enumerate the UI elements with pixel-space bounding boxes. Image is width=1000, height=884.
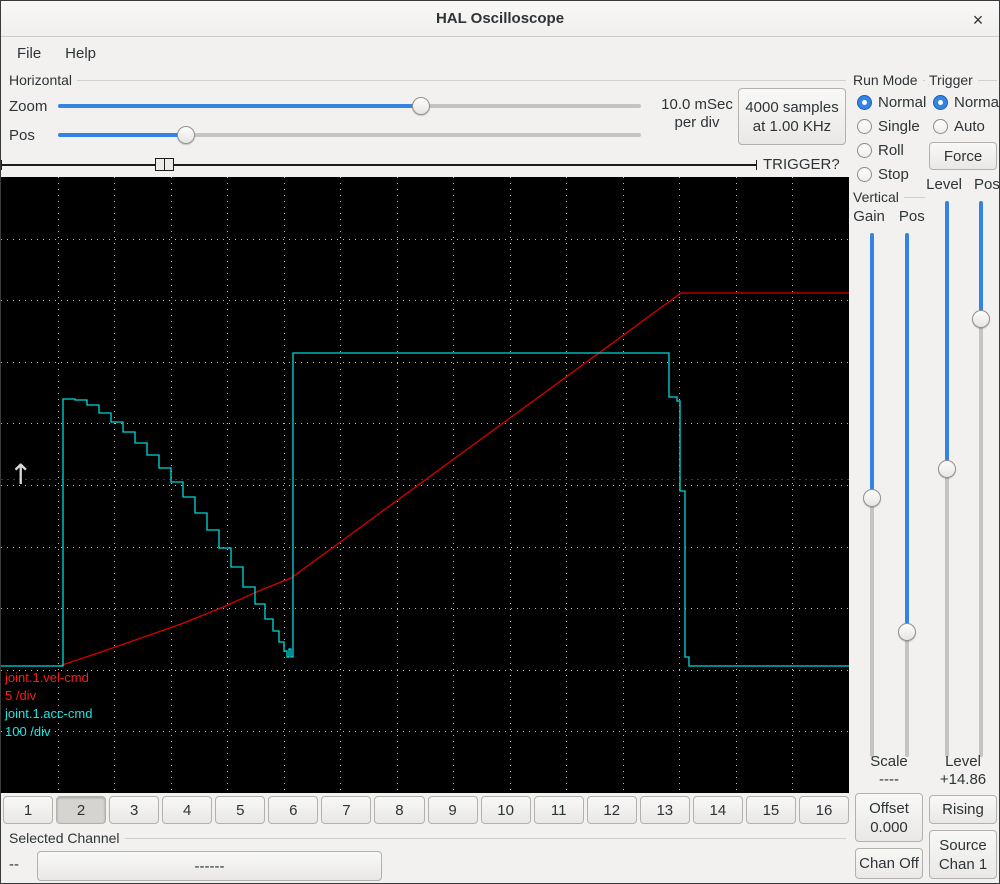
vertical-frame-label: Vertical — [853, 189, 925, 205]
source-button[interactable]: Source Chan 1 — [929, 830, 997, 879]
menu-file[interactable]: File — [5, 40, 53, 67]
channel-button-8[interactable]: 8 — [374, 796, 425, 824]
menubar: File Help — [1, 38, 999, 69]
pos-label: Pos — [9, 127, 35, 144]
scope-label: 5 /div — [5, 688, 37, 703]
zoom-slider[interactable] — [58, 97, 641, 115]
vertical-gain-slider[interactable] — [863, 233, 881, 757]
channel-button-7[interactable]: 7 — [321, 796, 372, 824]
run-mode-stop-radio[interactable]: Stop — [857, 165, 909, 183]
channel-button-6[interactable]: 6 — [268, 796, 319, 824]
run-mode-roll-radio[interactable]: Roll — [857, 141, 904, 159]
zoom-slider-thumb[interactable] — [412, 97, 430, 115]
offset-button[interactable]: Offset 0.000 — [855, 793, 923, 842]
run-mode-single-radio[interactable]: Single — [857, 117, 920, 135]
channel-button-1[interactable]: 1 — [3, 796, 54, 824]
scope-label: joint.1.acc-cmd — [5, 706, 93, 721]
scope-canvas — [1, 177, 849, 793]
scope-label: joint.1.vel-cmd — [5, 670, 89, 685]
trigger-level-arrow-icon: ↑ — [9, 458, 33, 491]
vertical-pos-slider-thumb[interactable] — [898, 623, 916, 641]
channel-button-12[interactable]: 12 — [586, 796, 637, 824]
app-window: HAL Oscilloscope × File Help Horizontal … — [0, 0, 1000, 884]
scope-label: 100 /div — [5, 724, 51, 739]
selected-channel-frame-label: Selected Channel — [9, 830, 846, 846]
vertical-gain-label: Gain — [853, 208, 885, 225]
vertical-gain-slider-thumb[interactable] — [863, 489, 881, 507]
channel-button-row: 1 2 3 4 5 6 7 8 9 10 11 12 13 14 15 16 — [3, 796, 849, 824]
vertical-pos-slider[interactable] — [898, 233, 916, 757]
channel-button-4[interactable]: 4 — [162, 796, 213, 824]
channel-button-9[interactable]: 9 — [427, 796, 478, 824]
pos-slider-thumb[interactable] — [177, 126, 195, 144]
trigger-level-slider[interactable] — [938, 201, 956, 757]
radio-icon — [857, 118, 872, 134]
channel-button-10[interactable]: 10 — [480, 796, 531, 824]
trigger-level-slider-thumb[interactable] — [938, 460, 956, 478]
close-icon[interactable]: × — [967, 9, 989, 31]
channel-button-2[interactable]: 2 — [56, 796, 107, 824]
trigger-position-bar[interactable] — [1, 158, 757, 172]
trigger-position-marker[interactable] — [155, 158, 174, 171]
selected-channel-status: -- — [9, 856, 19, 873]
trigger-pos-label: Pos — [974, 176, 1000, 193]
run-mode-frame-label: Run Mode — [853, 72, 925, 88]
vertical-slider-labels: Gain Pos — [853, 208, 925, 225]
pos-slider[interactable] — [58, 126, 641, 144]
channel-button-11[interactable]: 11 — [533, 796, 584, 824]
trigger-normal-radio[interactable]: Normal — [933, 93, 999, 111]
radio-icon — [933, 94, 948, 110]
channel-button-16[interactable]: 16 — [798, 796, 849, 824]
trigger-slider-labels: Level Pos — [926, 176, 1000, 193]
vertical-pos-label: Pos — [898, 208, 925, 225]
scale-readout: Scale ---- — [870, 753, 908, 788]
trigger-level-label: Level — [926, 176, 962, 193]
channel-button-5[interactable]: 5 — [215, 796, 266, 824]
edge-button[interactable]: Rising — [929, 795, 997, 824]
scope-display: ↑ joint.1.vel-cmd 5 /div joint.1.acc-cmd 10… — [1, 177, 849, 793]
sample-rate-readout: 10.0 mSec per div — [661, 96, 733, 131]
samples-button[interactable]: 4000 samples at 1.00 KHz — [738, 88, 846, 145]
trigger-frame-label: Trigger — [929, 72, 997, 88]
trigger-status-label: TRIGGER? — [763, 156, 840, 173]
trigger-level-readout: Level +14.86 — [939, 753, 987, 788]
scope-channel-labels: joint.1.vel-cmd 5 /div joint.1.acc-cmd 100 … — [5, 669, 92, 741]
horizontal-frame-label: Horizontal — [9, 72, 846, 88]
trigger-auto-radio[interactable]: Auto — [933, 117, 985, 135]
channel-button-15[interactable]: 15 — [745, 796, 796, 824]
force-button[interactable]: Force — [929, 142, 997, 170]
window-title: HAL Oscilloscope — [435, 10, 565, 27]
channel-button-13[interactable]: 13 — [639, 796, 690, 824]
radio-icon — [857, 142, 872, 158]
menu-help[interactable]: Help — [53, 40, 108, 67]
trigger-pos-slider[interactable] — [972, 201, 990, 757]
titlebar: HAL Oscilloscope × — [1, 1, 999, 37]
radio-icon — [933, 118, 948, 134]
run-mode-normal-radio[interactable]: Normal — [857, 93, 926, 111]
radio-icon — [857, 94, 872, 110]
radio-icon — [857, 166, 872, 182]
channel-button-3[interactable]: 3 — [109, 796, 160, 824]
trigger-pos-slider-thumb[interactable] — [972, 310, 990, 328]
channel-button-14[interactable]: 14 — [692, 796, 743, 824]
chan-off-button[interactable]: Chan Off — [855, 848, 923, 879]
zoom-label: Zoom — [9, 98, 48, 115]
selected-channel-name-button[interactable]: ------ — [37, 851, 382, 881]
